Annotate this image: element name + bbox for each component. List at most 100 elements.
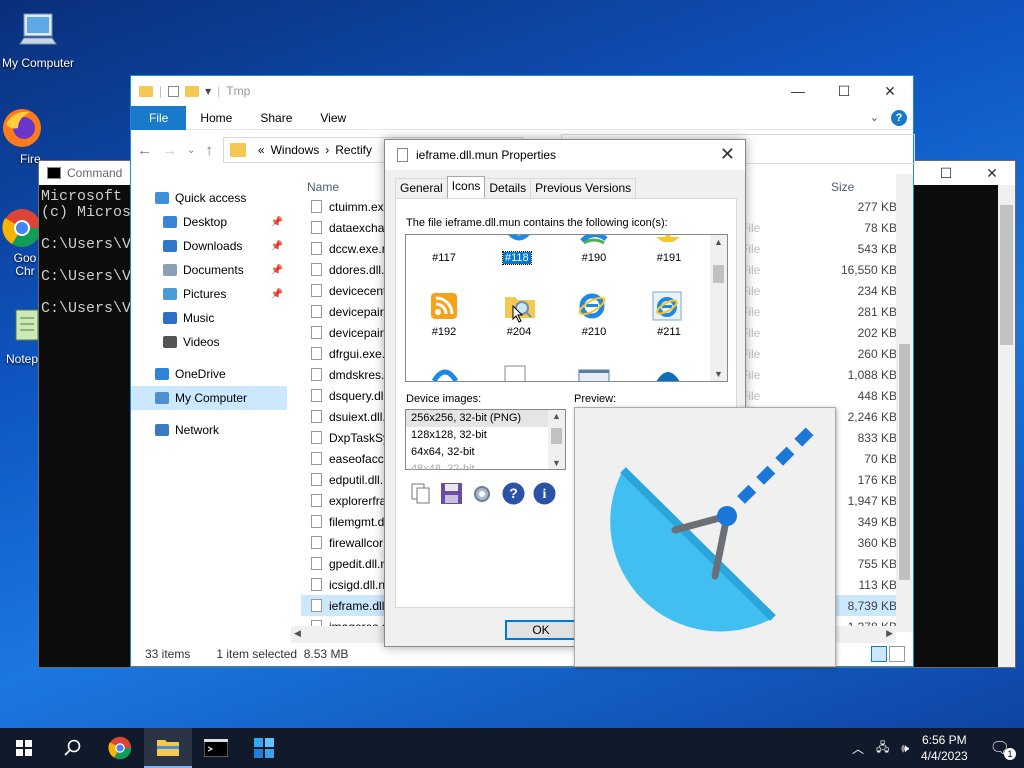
up-icon[interactable]: ↑ xyxy=(205,142,213,159)
clock[interactable]: 6:56 PM 4/4/2023 xyxy=(921,732,968,764)
tab-general[interactable]: General xyxy=(395,178,448,198)
pin-icon[interactable]: 📌 xyxy=(271,289,283,300)
maximize-icon[interactable]: ☐ xyxy=(923,161,969,185)
sidebar-item-label: Videos xyxy=(183,335,220,349)
sidebar-item-my-computer[interactable]: My Computer xyxy=(131,386,287,410)
device-images-list[interactable]: 256x256, 32-bit (PNG) 128x128, 32-bit 64… xyxy=(405,409,566,470)
column-header-name[interactable]: Name xyxy=(307,180,339,194)
recent-locations-icon[interactable]: ⌄ xyxy=(187,145,195,156)
file-icon xyxy=(311,347,322,360)
pin-icon[interactable]: 📌 xyxy=(271,241,283,252)
details-view-icon[interactable] xyxy=(871,646,887,662)
rss-feed-icon[interactable] xyxy=(431,293,457,319)
breadcrumb-rectify[interactable]: Rectify xyxy=(335,143,372,157)
taskbar-file-explorer[interactable] xyxy=(144,728,192,768)
settings-icon[interactable] xyxy=(470,481,495,506)
internet-explorer-icon[interactable] xyxy=(578,291,606,319)
videos-icon xyxy=(163,336,177,348)
shield-partial-icon[interactable] xyxy=(654,366,682,382)
edge-icon[interactable] xyxy=(580,234,608,245)
properties-icon[interactable] xyxy=(168,85,180,97)
desktop-icon-label: My Computer xyxy=(1,56,75,70)
desktop-icon-firefox[interactable]: Fire xyxy=(0,106,41,166)
windows-logo-icon xyxy=(16,740,32,756)
dialog-title-bar[interactable]: ieframe.dll.mun Properties xyxy=(385,140,745,170)
desktop-icon-chrome[interactable]: Goo Chr xyxy=(0,206,41,278)
breadcrumb-windows[interactable]: Windows xyxy=(271,143,320,157)
forward-icon[interactable]: → xyxy=(162,142,177,159)
back-icon[interactable]: ← xyxy=(137,142,152,159)
notification-center[interactable]: 🗨 1 xyxy=(990,738,1016,760)
maximize-icon[interactable]: ☐ xyxy=(821,76,867,106)
file-icon xyxy=(311,221,322,234)
icon-label-selected[interactable]: #118 xyxy=(502,251,532,265)
file-list-scrollbar[interactable] xyxy=(896,174,913,632)
file-icon xyxy=(311,200,322,213)
close-icon[interactable]: ✕ xyxy=(720,144,735,165)
breadcrumb-overflow[interactable]: « xyxy=(258,143,265,157)
file-icon xyxy=(311,557,322,570)
ribbon-expand-icon[interactable]: ⌄ xyxy=(870,111,879,124)
sidebar-item-onedrive[interactable]: OneDrive xyxy=(131,362,287,386)
taskbar-command-prompt[interactable] xyxy=(192,728,240,768)
icon-grid-scrollbar[interactable]: ▲ ▼ xyxy=(710,235,727,381)
window-partial-icon[interactable] xyxy=(578,369,610,382)
save-icon[interactable] xyxy=(439,481,464,506)
device-image-item[interactable]: 128x128, 32-bit xyxy=(406,427,565,444)
help-icon[interactable]: ? xyxy=(891,109,907,126)
icon-label: #204 xyxy=(506,326,532,338)
close-icon[interactable]: ✕ xyxy=(969,161,1015,185)
info-icon[interactable]: i xyxy=(532,481,557,506)
ribbon-tab-home[interactable]: Home xyxy=(186,106,246,130)
sidebar-item-videos[interactable]: Videos xyxy=(131,330,287,354)
device-images-scrollbar[interactable]: ▲ ▼ xyxy=(548,410,565,469)
ok-button[interactable]: OK xyxy=(505,620,577,640)
search-button[interactable] xyxy=(48,728,96,768)
pin-icon[interactable]: 📌 xyxy=(271,217,283,228)
sidebar-item-label: Downloads xyxy=(183,239,243,253)
sidebar-item-network[interactable]: Network xyxy=(131,418,287,442)
device-image-item[interactable]: 48x48, 32-bit xyxy=(406,461,565,470)
tab-previous-versions[interactable]: Previous Versions xyxy=(530,178,637,198)
cmd-scrollbar[interactable] xyxy=(998,185,1015,667)
desktop-icon-my-computer[interactable]: My Computer xyxy=(0,10,76,70)
sidebar-item-music[interactable]: Music xyxy=(131,306,287,330)
sidebar-item-pictures[interactable]: Pictures 📌 xyxy=(131,282,287,306)
minimize-icon[interactable]: — xyxy=(775,76,821,106)
taskbar-app[interactable] xyxy=(240,728,288,768)
close-icon[interactable]: ✕ xyxy=(867,76,913,106)
device-image-item[interactable]: 256x256, 32-bit (PNG) xyxy=(406,410,565,427)
tab-details[interactable]: Details xyxy=(484,178,532,198)
internet-explorer-page-icon[interactable] xyxy=(652,291,682,321)
ribbon-tab-file[interactable]: File xyxy=(131,105,187,130)
breadcrumb-separator[interactable]: › xyxy=(325,143,329,157)
system-tray: ︿ 🖧 🕪 6:56 PM 4/4/2023 🗨 1 xyxy=(852,732,1024,764)
document-partial-icon[interactable] xyxy=(504,365,526,382)
desktop-icon-notepad[interactable]: Notep xyxy=(0,306,40,366)
sidebar-item-documents[interactable]: Documents 📌 xyxy=(131,258,287,282)
start-button[interactable] xyxy=(0,728,48,768)
ie-swirl-icon[interactable] xyxy=(506,234,532,243)
ribbon-tab-share[interactable]: Share xyxy=(246,106,306,130)
file-size: 234 KB xyxy=(857,284,897,298)
new-folder-icon[interactable] xyxy=(185,85,200,97)
quick-access-dropdown-icon[interactable]: ▾ xyxy=(205,84,211,98)
device-image-item[interactable]: 64x64, 32-bit xyxy=(406,444,565,461)
network-icon[interactable]: 🖧 xyxy=(876,738,889,759)
sidebar-item-downloads[interactable]: Downloads 📌 xyxy=(131,234,287,258)
column-header-size[interactable]: Size xyxy=(831,180,854,194)
favorites-star-icon[interactable] xyxy=(656,234,680,243)
large-icons-view-icon[interactable] xyxy=(889,646,905,662)
volume-icon[interactable]: 🕪 xyxy=(901,741,909,756)
sidebar-item-quick-access[interactable]: Quick access xyxy=(131,186,287,210)
copy-icon[interactable] xyxy=(408,481,433,506)
ie-partial-icon[interactable] xyxy=(432,365,458,382)
ribbon-tab-view[interactable]: View xyxy=(306,106,360,130)
chevron-up-icon[interactable]: ︿ xyxy=(852,740,864,757)
tab-icons[interactable]: Icons xyxy=(446,176,486,198)
help-icon[interactable]: ? xyxy=(501,481,526,506)
icon-grid[interactable]: #117 #118 #190 #191 #192 #204 #210 #211 … xyxy=(405,234,728,382)
taskbar-chrome[interactable] xyxy=(96,728,144,768)
pin-icon[interactable]: 📌 xyxy=(271,265,283,276)
sidebar-item-desktop[interactable]: Desktop 📌 xyxy=(131,210,287,234)
